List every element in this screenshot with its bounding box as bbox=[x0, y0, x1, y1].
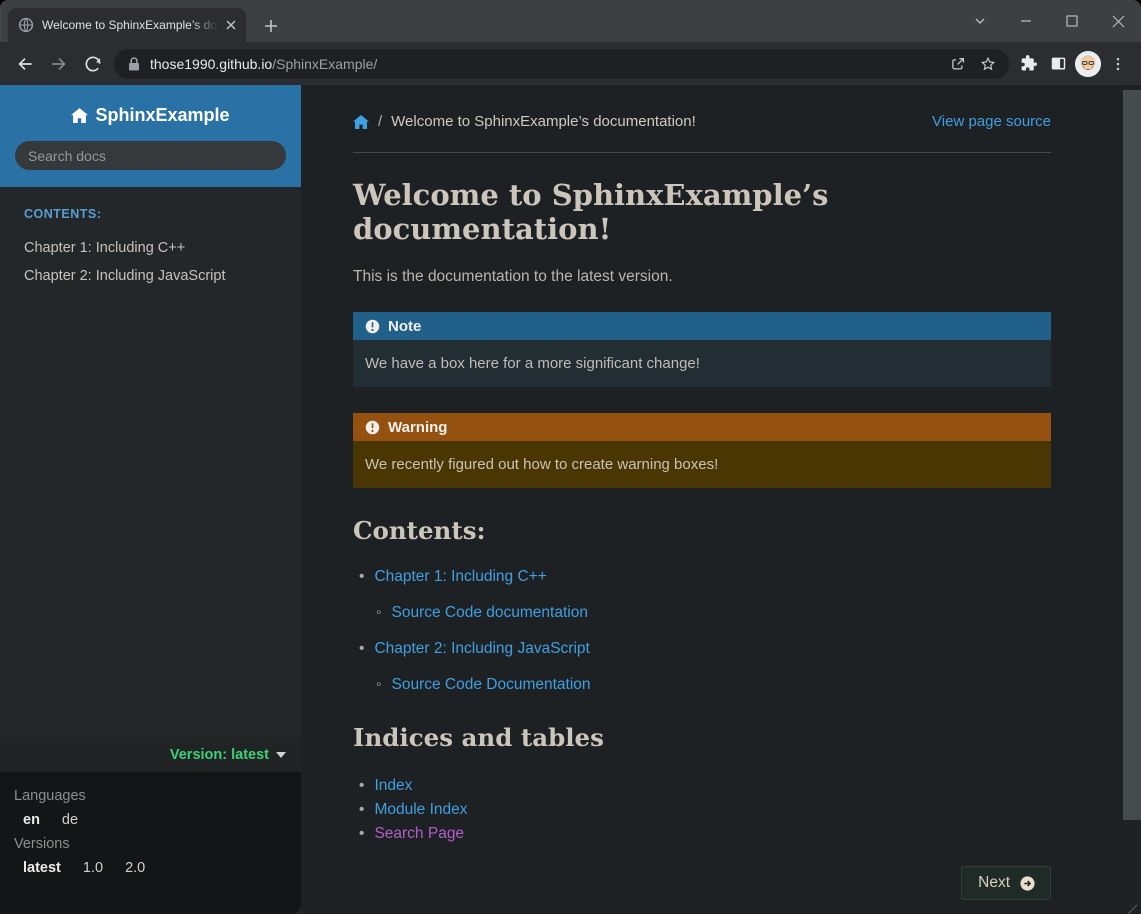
share-icon[interactable] bbox=[943, 49, 973, 79]
warning-admonition: Warning We recently figured out how to c… bbox=[353, 413, 1051, 488]
note-admonition: Note We have a box here for a more signi… bbox=[353, 312, 1051, 387]
profile-avatar[interactable] bbox=[1073, 49, 1103, 79]
note-title-bar: Note bbox=[353, 312, 1051, 340]
sidebar-header: SphinxExample bbox=[0, 85, 301, 187]
sidebar-nav: CONTENTS: Chapter 1: Including C++ Chapt… bbox=[0, 187, 301, 737]
scrollbar-thumb[interactable] bbox=[1123, 90, 1141, 820]
toc-chapter-1-link[interactable]: Chapter 1: Including C++ bbox=[374, 568, 546, 585]
page-viewport: SphinxExample CONTENTS: Chapter 1: Inclu… bbox=[0, 85, 1141, 914]
breadcrumb: / Welcome to SphinxExample’s documentati… bbox=[353, 85, 1051, 130]
lock-icon[interactable] bbox=[127, 56, 141, 72]
project-home-link[interactable]: SphinxExample bbox=[15, 105, 286, 126]
home-icon bbox=[71, 108, 88, 123]
intro-paragraph: This is the documentation to the latest … bbox=[353, 268, 1051, 286]
breadcrumb-separator: / bbox=[378, 113, 382, 130]
browser-tab[interactable]: Welcome to SphinxExample’s doc bbox=[8, 8, 246, 42]
url-host: those1990.github.io bbox=[150, 56, 272, 72]
version-1-0-link[interactable]: 1.0 bbox=[83, 856, 103, 880]
languages-label: Languages bbox=[14, 784, 287, 808]
minimize-button[interactable] bbox=[1003, 0, 1049, 42]
url-text: those1990.github.io/SphinxExample/ bbox=[150, 56, 943, 72]
version-flyout-panel: Languages en de Versions latest 1.0 2.0 bbox=[0, 772, 301, 914]
languages-row: en de bbox=[14, 808, 287, 832]
back-icon[interactable] bbox=[8, 47, 42, 81]
list-item: Module Index bbox=[359, 798, 1051, 822]
menu-dots-icon[interactable] bbox=[1103, 49, 1133, 79]
sidebar: SphinxExample CONTENTS: Chapter 1: Inclu… bbox=[0, 85, 301, 914]
sidebar-contents-label: CONTENTS: bbox=[0, 207, 301, 221]
chevron-down-icon[interactable] bbox=[957, 0, 1003, 42]
window-controls bbox=[957, 0, 1141, 42]
caret-down-icon bbox=[276, 752, 286, 758]
version-selector[interactable]: Version: latest bbox=[0, 737, 301, 772]
version-latest-link[interactable]: latest bbox=[23, 856, 61, 880]
project-title: SphinxExample bbox=[95, 105, 229, 126]
main-content: / Welcome to SphinxExample’s documentati… bbox=[301, 85, 1141, 914]
breadcrumb-divider bbox=[353, 152, 1051, 153]
toolbar-right bbox=[1013, 49, 1133, 79]
side-panel-icon[interactable] bbox=[1043, 49, 1073, 79]
maximize-button[interactable] bbox=[1049, 0, 1095, 42]
breadcrumb-home-icon[interactable] bbox=[353, 115, 369, 129]
note-body: We have a box here for a more significan… bbox=[353, 340, 1051, 387]
warning-title-bar: Warning bbox=[353, 413, 1051, 441]
close-window-button[interactable] bbox=[1095, 0, 1141, 42]
indices-list: Index Module Index Search Page bbox=[353, 774, 1051, 846]
sidebar-item-chapter-2[interactable]: Chapter 2: Including JavaScript bbox=[0, 262, 301, 290]
toc-item: Chapter 1: Including C++ bbox=[359, 567, 1051, 587]
tab-favicon-globe-icon bbox=[18, 17, 34, 33]
extensions-puzzle-icon[interactable] bbox=[1013, 49, 1043, 79]
reload-icon[interactable] bbox=[76, 47, 110, 81]
language-en-link[interactable]: en bbox=[23, 808, 40, 832]
module-index-link[interactable]: Module Index bbox=[374, 801, 467, 818]
language-de-link[interactable]: de bbox=[62, 808, 78, 832]
warning-title: Warning bbox=[388, 419, 447, 436]
note-info-icon bbox=[365, 319, 380, 334]
tab-strip: Welcome to SphinxExample’s doc bbox=[0, 0, 1141, 42]
sidebar-item-chapter-1[interactable]: Chapter 1: Including C++ bbox=[0, 234, 301, 262]
warning-body: We recently figured out how to create wa… bbox=[353, 441, 1051, 488]
toc-subitem: Source Code documentation bbox=[376, 603, 1051, 623]
url-path: /SphinxExample/ bbox=[272, 56, 377, 72]
tab-title: Welcome to SphinxExample’s doc bbox=[42, 18, 218, 32]
next-button[interactable]: Next bbox=[961, 866, 1051, 900]
toc-chapter-2-link[interactable]: Chapter 2: Including JavaScript bbox=[374, 640, 589, 657]
breadcrumb-current-page: Welcome to SphinxExample’s documentation… bbox=[391, 113, 696, 130]
toc-chapter-1-source-link[interactable]: Source Code documentation bbox=[392, 604, 588, 621]
forward-icon[interactable] bbox=[42, 47, 76, 81]
list-item: Index bbox=[359, 774, 1051, 798]
browser-window: Welcome to SphinxExample’s doc bbox=[0, 0, 1141, 914]
toc-item: Chapter 2: Including JavaScript bbox=[359, 639, 1051, 659]
address-bar[interactable]: those1990.github.io/SphinxExample/ bbox=[114, 49, 1009, 79]
arrow-circle-right-icon bbox=[1019, 875, 1036, 892]
version-2-0-link[interactable]: 2.0 bbox=[125, 856, 145, 880]
search-input[interactable] bbox=[15, 141, 286, 170]
versions-label: Versions bbox=[14, 832, 287, 856]
next-button-label: Next bbox=[978, 874, 1010, 892]
toc-subitem: Source Code Documentation bbox=[376, 675, 1051, 695]
list-item: Search Page bbox=[359, 822, 1051, 846]
warning-info-icon bbox=[365, 420, 380, 435]
contents-heading: Contents: bbox=[353, 516, 1051, 545]
bookmark-star-icon[interactable] bbox=[973, 49, 1003, 79]
tab-close-icon[interactable] bbox=[222, 16, 240, 34]
toc-chapter-2-source-link[interactable]: Source Code Documentation bbox=[392, 676, 591, 693]
browser-toolbar: those1990.github.io/SphinxExample/ bbox=[0, 42, 1141, 85]
new-tab-button[interactable] bbox=[258, 13, 284, 39]
table-of-contents: Chapter 1: Including C++ Source Code doc… bbox=[353, 567, 1051, 695]
view-page-source-link[interactable]: View page source bbox=[932, 113, 1051, 130]
versions-row: latest 1.0 2.0 bbox=[14, 856, 287, 880]
page-title: Welcome to SphinxExample’s documentation… bbox=[353, 178, 1051, 246]
scrollbar-track[interactable] bbox=[1123, 85, 1141, 914]
avatar-image bbox=[1075, 51, 1101, 77]
indices-heading: Indices and tables bbox=[353, 723, 1051, 752]
note-title: Note bbox=[388, 318, 421, 335]
index-link[interactable]: Index bbox=[374, 777, 412, 794]
search-page-link[interactable]: Search Page bbox=[374, 825, 464, 842]
version-current-label: Version: latest bbox=[170, 747, 269, 763]
